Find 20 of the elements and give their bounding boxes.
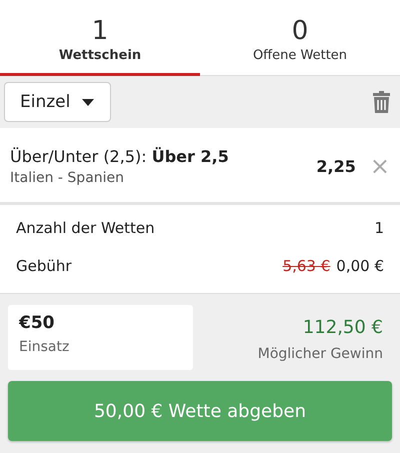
event-name: Italien - Spanien bbox=[10, 170, 126, 186]
odds: 2,25 bbox=[316, 156, 356, 176]
bet-type-dropdown[interactable]: Einzel bbox=[4, 82, 112, 122]
trash-icon[interactable] bbox=[373, 91, 390, 113]
tab-label: Wettschein bbox=[58, 48, 142, 63]
tab-count: 0 bbox=[292, 16, 308, 46]
tab[interactable]: 0 Offene Wetten bbox=[200, 0, 400, 76]
bet-count: 1 bbox=[374, 219, 384, 237]
old-fee: 5,63 € bbox=[282, 257, 330, 275]
tab-count: 1 bbox=[92, 16, 108, 46]
market-selection: Über/Unter (2,5): Über 2,5 bbox=[10, 146, 230, 166]
bet-count-label: Anzahl der Wetten bbox=[16, 219, 155, 237]
fee-label: Gebühr bbox=[16, 257, 72, 275]
potential-win-label: Möglicher Gewinn bbox=[258, 346, 383, 362]
fee: 0,00 € bbox=[336, 257, 384, 275]
stake-label: Einsatz bbox=[19, 339, 70, 355]
caret-icon bbox=[82, 98, 94, 106]
potential-win-amount: 112,50 € bbox=[302, 317, 383, 338]
tab-label: Offene Wetten bbox=[252, 48, 348, 63]
stake-field[interactable]: €50 bbox=[19, 313, 169, 333]
